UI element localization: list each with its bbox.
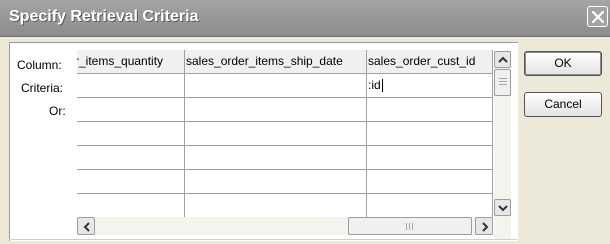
vertical-scroll-thumb[interactable]	[494, 69, 511, 96]
or-cell[interactable]	[367, 146, 493, 170]
scroll-left-arrow-icon	[83, 222, 90, 232]
or-row-label: Or:	[49, 104, 66, 118]
scroll-right-button[interactable]	[475, 217, 493, 235]
criteria-cell[interactable]	[185, 74, 367, 98]
or-cell[interactable]	[77, 146, 185, 170]
scroll-right-arrow-icon	[482, 222, 489, 232]
or-cell[interactable]	[367, 170, 493, 194]
ok-button[interactable]: OK	[524, 51, 602, 76]
column-header-cell[interactable]: r_items_quantity	[77, 50, 185, 74]
column-header-cell[interactable]: sales_order_items_ship_date	[185, 50, 367, 74]
or-cell[interactable]	[77, 98, 185, 122]
or-cell[interactable]	[185, 194, 367, 217]
vertical-scrollbar[interactable]	[494, 51, 511, 239]
title-bar: Specify Retrieval Criteria	[0, 0, 610, 37]
close-icon	[592, 11, 604, 23]
cancel-button[interactable]: Cancel	[524, 92, 602, 117]
column-header-cell[interactable]: sales_order_cust_id	[367, 50, 493, 74]
column-name: sales_order_cust_id	[368, 54, 476, 68]
column-name: r_items_quantity	[77, 54, 164, 68]
scroll-down-button[interactable]	[494, 199, 511, 216]
or-cell[interactable]	[77, 194, 185, 217]
scroll-left-button[interactable]	[77, 217, 95, 235]
scroll-up-arrow-icon	[498, 56, 508, 63]
or-cell[interactable]	[185, 146, 367, 170]
or-cell[interactable]	[367, 98, 493, 122]
or-cell[interactable]	[77, 122, 185, 146]
panel-bottom-edge	[9, 239, 517, 240]
criteria-cell-active[interactable]: :id	[367, 74, 493, 98]
scroll-up-button[interactable]	[494, 51, 511, 68]
horizontal-scrollbar[interactable]	[77, 217, 493, 235]
column-name: sales_order_items_ship_date	[186, 54, 343, 68]
text-cursor	[381, 79, 383, 93]
or-cell[interactable]	[367, 194, 493, 217]
or-cell[interactable]	[77, 170, 185, 194]
dialog-title: Specify Retrieval Criteria	[9, 8, 199, 25]
criteria-value: :id	[368, 78, 381, 92]
close-button[interactable]	[587, 6, 608, 27]
or-cell[interactable]	[185, 122, 367, 146]
criteria-row-label: Criteria:	[21, 81, 64, 95]
scroll-down-arrow-icon	[498, 205, 508, 212]
horizontal-scroll-thumb[interactable]	[348, 217, 472, 235]
or-cell[interactable]	[185, 98, 367, 122]
or-cell[interactable]	[367, 122, 493, 146]
criteria-cell[interactable]	[77, 74, 185, 98]
or-cell[interactable]	[185, 170, 367, 194]
column-row-label: Column:	[17, 58, 62, 72]
